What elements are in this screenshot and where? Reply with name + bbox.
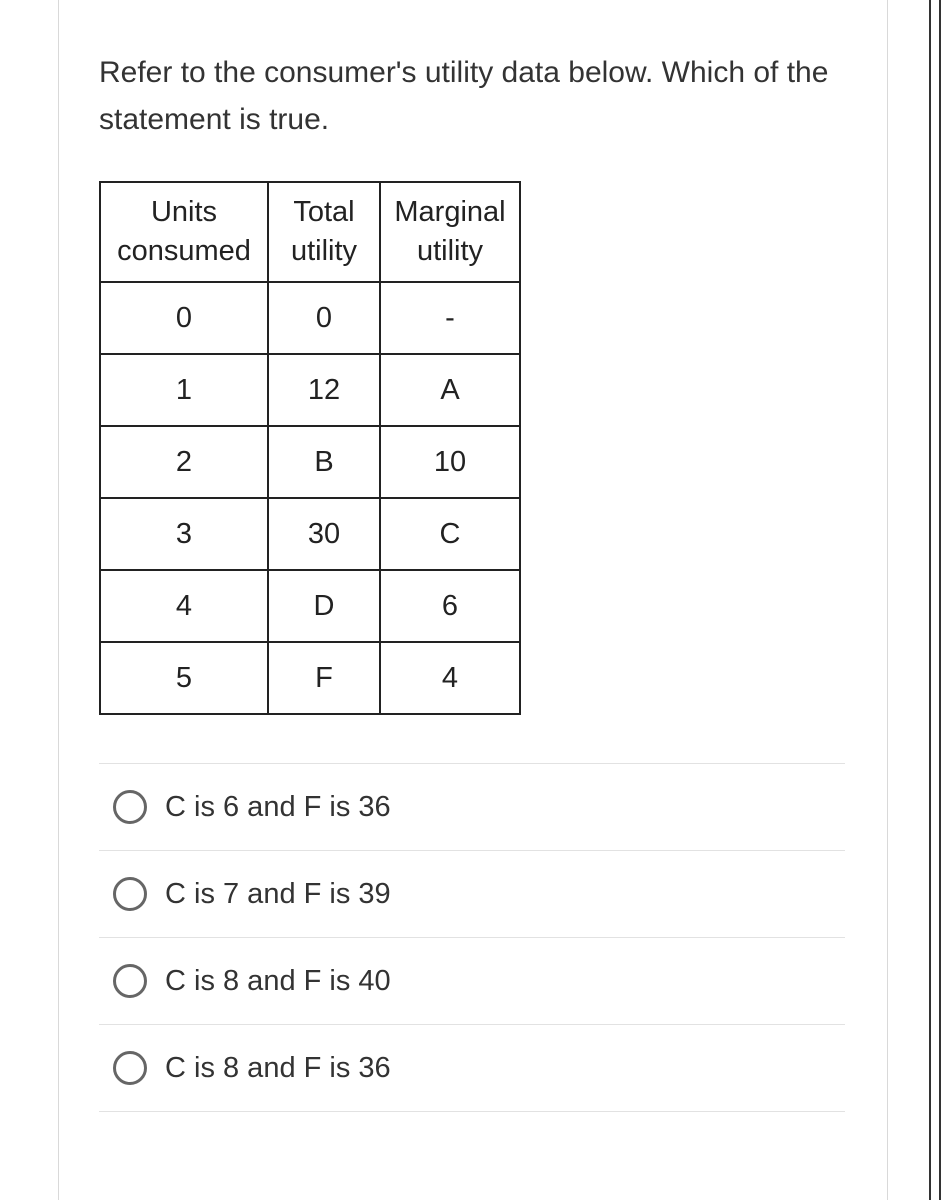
cell-marginal: 4 (380, 642, 520, 714)
option-label: C is 7 and F is 39 (165, 878, 391, 911)
radio-icon (113, 790, 147, 824)
table-header-row: Units consumed Total utility Marginal ut… (100, 182, 520, 282)
cell-total: D (268, 570, 380, 642)
radio-icon (113, 877, 147, 911)
col-header-units: Units consumed (100, 182, 268, 282)
cell-marginal: C (380, 498, 520, 570)
option-1[interactable]: C is 6 and F is 36 (99, 763, 845, 850)
col-header-marginal: Marginal utility (380, 182, 520, 282)
table-row: 5 F 4 (100, 642, 520, 714)
cell-total: 30 (268, 498, 380, 570)
cell-marginal: - (380, 282, 520, 354)
option-label: C is 8 and F is 36 (165, 1052, 391, 1085)
option-4[interactable]: C is 8 and F is 36 (99, 1024, 845, 1112)
cell-marginal: A (380, 354, 520, 426)
radio-icon (113, 964, 147, 998)
option-2[interactable]: C is 7 and F is 39 (99, 850, 845, 937)
utility-table: Units consumed Total utility Marginal ut… (99, 181, 521, 715)
option-3[interactable]: C is 8 and F is 40 (99, 937, 845, 1024)
cell-total: 0 (268, 282, 380, 354)
cell-units: 3 (100, 498, 268, 570)
question-card: Refer to the consumer's utility data bel… (58, 0, 888, 1200)
option-label: C is 8 and F is 40 (165, 965, 391, 998)
cell-units: 0 (100, 282, 268, 354)
table-row: 3 30 C (100, 498, 520, 570)
cell-units: 2 (100, 426, 268, 498)
cell-units: 5 (100, 642, 268, 714)
table-row: 0 0 - (100, 282, 520, 354)
cell-units: 4 (100, 570, 268, 642)
answer-options: C is 6 and F is 36 C is 7 and F is 39 C … (99, 763, 845, 1112)
option-label: C is 6 and F is 36 (165, 791, 391, 824)
question-text: Refer to the consumer's utility data bel… (99, 50, 845, 143)
cell-units: 1 (100, 354, 268, 426)
page-frame-right (929, 0, 941, 1200)
table-row: 2 B 10 (100, 426, 520, 498)
cell-total: 12 (268, 354, 380, 426)
table-row: 1 12 A (100, 354, 520, 426)
col-header-total: Total utility (268, 182, 380, 282)
cell-total: F (268, 642, 380, 714)
cell-marginal: 10 (380, 426, 520, 498)
cell-total: B (268, 426, 380, 498)
table-row: 4 D 6 (100, 570, 520, 642)
cell-marginal: 6 (380, 570, 520, 642)
radio-icon (113, 1051, 147, 1085)
